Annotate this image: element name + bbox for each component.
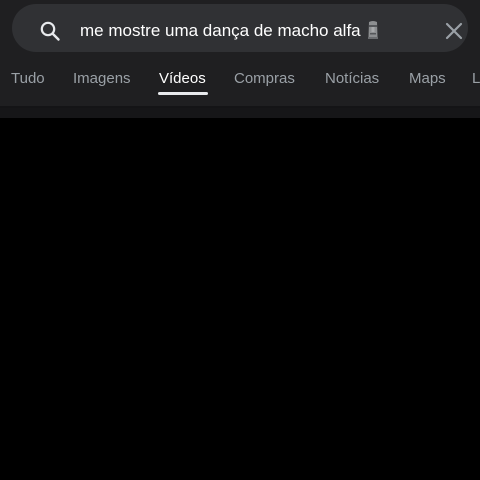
- result-card-top: [0, 108, 480, 118]
- tab-tudo[interactable]: Tudo: [11, 69, 45, 89]
- video-results-area[interactable]: [0, 118, 480, 480]
- tab-imagens[interactable]: Imagens: [73, 69, 131, 89]
- tab-videos[interactable]: Vídeos: [159, 69, 206, 89]
- search-icon[interactable]: [38, 19, 62, 43]
- active-tab-indicator: [158, 92, 208, 95]
- search-input[interactable]: me mostre uma dança de macho alfa: [80, 20, 380, 42]
- tab-noticias[interactable]: Notícias: [325, 69, 379, 89]
- tab-maps[interactable]: Maps: [409, 69, 446, 89]
- search-tabs: Tudo Imagens Vídeos Compras Notícias Map…: [0, 62, 480, 102]
- tab-compras[interactable]: Compras: [234, 69, 295, 89]
- search-bar[interactable]: me mostre uma dança de macho alfa: [12, 4, 468, 52]
- tab-partial[interactable]: L: [472, 69, 480, 89]
- close-icon[interactable]: [442, 19, 466, 43]
- search-query-text: me mostre uma dança de macho alfa: [80, 21, 361, 40]
- search-header: me mostre uma dança de macho alfa Tudo I…: [0, 0, 480, 108]
- moai-icon: [367, 21, 378, 39]
